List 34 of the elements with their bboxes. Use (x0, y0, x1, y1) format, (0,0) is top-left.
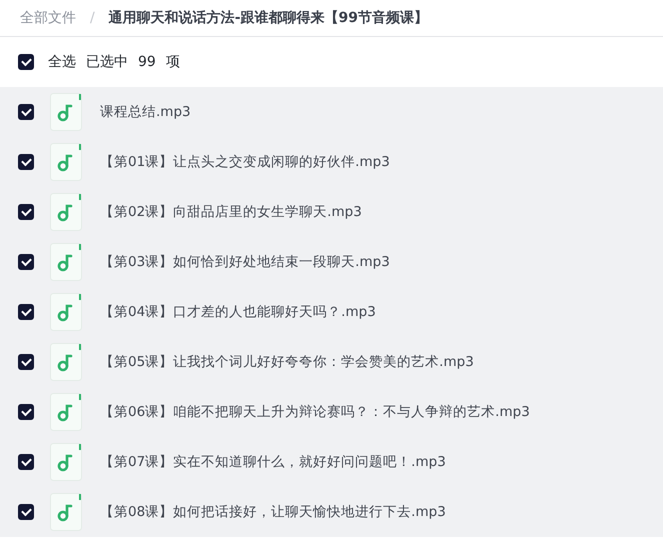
file-name[interactable]: 课程总结.mp3 (100, 103, 191, 121)
file-name[interactable]: 【第03课】如何恰到好处地结束一段聊天.mp3 (100, 253, 390, 271)
checkbox[interactable] (18, 304, 34, 320)
selected-count: 99 (138, 54, 156, 70)
audio-file-icon (50, 343, 82, 381)
audio-file-icon (50, 493, 82, 531)
audio-file-icon (50, 293, 82, 331)
folder-title: 通用聊天和说话方法-跟谁都聊得来【99节音频课】 (108, 9, 428, 27)
file-name[interactable]: 【第06课】咱能不把聊天上升为辩论赛吗？：不与人争辩的艺术.mp3 (100, 403, 530, 421)
file-name[interactable]: 【第07课】实在不知道聊什么，就好好问问题吧！.mp3 (100, 453, 446, 471)
checkbox[interactable] (18, 54, 34, 70)
checkbox[interactable] (18, 454, 34, 470)
file-name[interactable]: 【第01课】让点头之交变成闲聊的好伙伴.mp3 (100, 153, 390, 171)
audio-file-icon (50, 193, 82, 231)
select-all-label[interactable]: 全选 (48, 53, 76, 71)
checkbox[interactable] (18, 404, 34, 420)
audio-file-icon (50, 93, 82, 131)
checkbox[interactable] (18, 504, 34, 520)
file-name[interactable]: 【第04课】口才差的人也能聊好天吗？.mp3 (100, 303, 376, 321)
audio-file-icon (50, 443, 82, 481)
audio-file-icon (50, 143, 82, 181)
checkbox[interactable] (18, 204, 34, 220)
audio-file-icon (50, 393, 82, 431)
file-name[interactable]: 【第08课】如何把话接好，让聊天愉快地进行下去.mp3 (100, 503, 446, 521)
breadcrumb-separator: / (90, 10, 95, 26)
checkbox[interactable] (18, 104, 34, 120)
selected-label: 已选中 (86, 53, 128, 71)
checkbox[interactable] (18, 254, 34, 270)
audio-file-icon (50, 243, 82, 281)
file-name[interactable]: 【第05课】让我找个词儿好好夸夸你：学会赞美的艺术.mp3 (100, 353, 474, 371)
selected-unit: 项 (166, 53, 180, 71)
checkbox[interactable] (18, 154, 34, 170)
file-name[interactable]: 【第02课】向甜品店里的女生学聊天.mp3 (100, 203, 362, 221)
checkbox[interactable] (18, 354, 34, 370)
